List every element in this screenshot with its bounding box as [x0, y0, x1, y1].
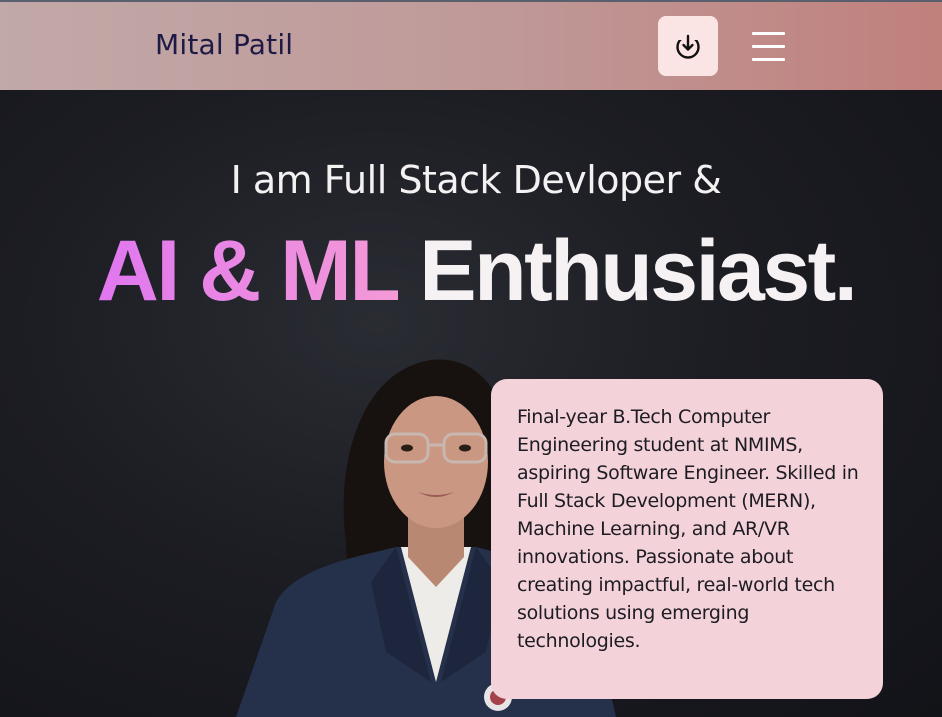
- hero-title-accent: AI & ML: [96, 223, 401, 319]
- hero-title: AI & ML Enthusiast.: [0, 222, 942, 321]
- hamburger-menu-icon: [752, 32, 785, 35]
- hero-subtitle: I am Full Stack Devloper &: [230, 158, 722, 202]
- about-text: Final-year B.Tech Computer Engineering s…: [517, 406, 859, 652]
- download-icon: [676, 34, 700, 59]
- navbar: Mital Patil: [0, 2, 942, 90]
- download-button[interactable]: [658, 16, 718, 76]
- hero-title-rest: Enthusiast.: [419, 223, 858, 319]
- menu-button[interactable]: [748, 28, 788, 66]
- brand-name[interactable]: Mital Patil: [155, 28, 293, 61]
- about-card: Final-year B.Tech Computer Engineering s…: [491, 379, 883, 699]
